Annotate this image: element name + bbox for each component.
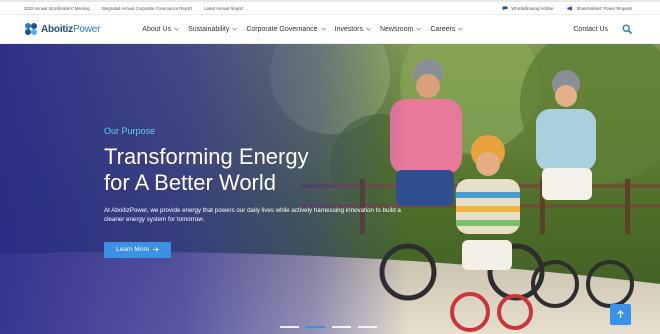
search-icon[interactable]: [622, 24, 632, 34]
scroll-to-top-button[interactable]: [610, 304, 631, 325]
nav-careers-label: Careers: [430, 25, 456, 33]
slide-dot-4[interactable]: [358, 326, 377, 328]
logo-accent-text: Power: [72, 23, 101, 35]
hero-kicker: Our Purpose: [104, 126, 156, 136]
chevron-down-icon: [366, 27, 371, 31]
whistleblowing-link[interactable]: Whistleblowing Hotline: [502, 6, 553, 11]
chevron-down-icon: [232, 27, 238, 31]
hero-headline: Transforming Energy for A Better World: [104, 144, 404, 196]
logo-mark-icon: [25, 23, 37, 35]
nav-corporate-governance[interactable]: Corporate Governance: [246, 25, 326, 33]
whistleblowing-label: Whistleblowing Hotline: [511, 5, 554, 11]
nav-newsroom-label: Newsroom: [379, 25, 414, 33]
brand-logo[interactable]: AboitizPower: [24, 22, 100, 36]
slider-pagination: [280, 326, 377, 328]
megaphone-icon: [567, 5, 573, 11]
nav-sustainability-label: Sustainability: [188, 25, 230, 33]
top-links: 2022 Annual Stockholders' Meeting Integr…: [0, 6, 243, 11]
main-menu: About Us Sustainability Corporate Govern…: [142, 25, 464, 33]
logo-main-text: Aboitiz: [41, 23, 73, 35]
hero-content: Our Purpose Transforming Energy for A Be…: [104, 126, 404, 258]
top-link-governance-report[interactable]: Integrated Annual Corporate Governance R…: [102, 6, 192, 11]
hero-banner: Our Purpose Transforming Energy for A Be…: [0, 44, 660, 334]
top-link-annual-report[interactable]: Latest Annual Report: [204, 6, 243, 11]
contact-us-link[interactable]: Contact Us: [573, 26, 608, 33]
chat-bubble-icon: [502, 6, 508, 11]
slide-dot-2[interactable]: [306, 326, 325, 328]
hero-headline-line-2: for A Better World: [104, 170, 277, 195]
hero-headline-line-1: Transforming Energy: [104, 144, 309, 169]
slide-dot-1[interactable]: [280, 326, 299, 328]
nav-investors[interactable]: Investors: [335, 26, 371, 33]
top-link-stockholders-meeting[interactable]: 2022 Annual Stockholders' Meeting: [24, 6, 90, 11]
top-right-links: Whistleblowing Hotline Shareholders' Pow…: [502, 6, 660, 11]
nav-careers[interactable]: Careers: [430, 25, 464, 33]
chevron-down-icon: [458, 27, 464, 31]
nav-about-us[interactable]: About Us: [142, 26, 179, 33]
logo-wordmark: AboitizPower: [41, 24, 100, 35]
nav-corporate-governance-label: Corporate Governance: [246, 25, 318, 33]
learn-more-button[interactable]: Learn More: [104, 241, 172, 258]
nav-about-us-label: About Us: [142, 25, 172, 33]
nav-investors-label: Investors: [334, 25, 363, 33]
arrow-up-icon: [617, 310, 624, 318]
main-navbar: AboitizPower About Us Sustainability Cor…: [0, 15, 660, 44]
slide-dot-3[interactable]: [332, 326, 351, 328]
top-utility-bar: 2022 Annual Stockholders' Meeting Integr…: [0, 0, 660, 15]
hero-description: At AboitizPower, we provide energy that …: [104, 207, 401, 223]
nav-sustainability[interactable]: Sustainability: [188, 25, 238, 33]
power-request-link[interactable]: Shareholders' Power Request: [567, 6, 632, 11]
learn-more-label: Learn More: [116, 246, 150, 253]
chevron-down-icon: [320, 27, 326, 31]
chevron-down-icon: [174, 27, 179, 31]
chevron-down-icon: [416, 27, 422, 31]
power-request-label: Shareholders' Power Request: [576, 5, 632, 11]
nav-newsroom[interactable]: Newsroom: [379, 25, 422, 33]
arrow-right-icon: [153, 247, 159, 252]
